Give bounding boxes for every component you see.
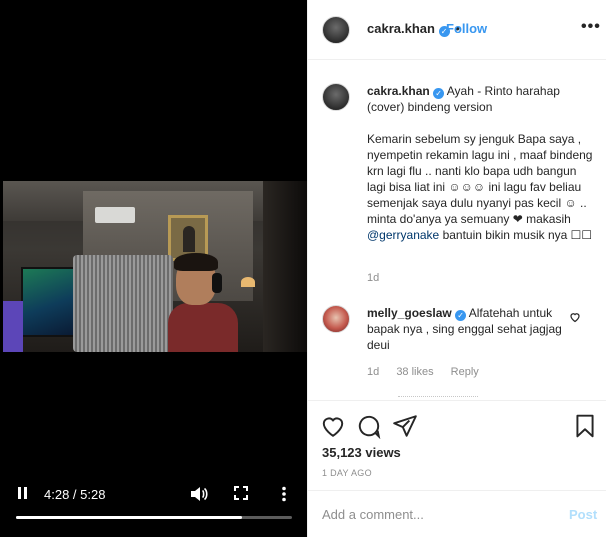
- pause-icon[interactable]: [16, 487, 28, 501]
- singer-hair: [174, 253, 218, 271]
- more-options-icon[interactable]: •••: [581, 18, 601, 36]
- verified-badge-icon: ✓: [433, 88, 445, 99]
- share-paper-plane-icon[interactable]: [392, 413, 418, 439]
- video-scene-mic-shield: [73, 255, 173, 352]
- video-time: 4:28 / 5:28: [44, 487, 105, 502]
- post-comment-button[interactable]: Post: [569, 507, 597, 522]
- comment-bubble-icon[interactable]: [356, 413, 382, 440]
- caption-mention-link[interactable]: @gerryanake: [367, 228, 439, 242]
- post-date[interactable]: 1 DAY AGO: [322, 468, 372, 478]
- video-controls: 4:28 / 5:28: [0, 484, 307, 537]
- caption-body-3: bantuin bikin musik nya ☐☐: [442, 228, 593, 242]
- current-time: 4:28: [44, 487, 70, 502]
- comment-likes[interactable]: 38 likes: [396, 366, 433, 378]
- video-progress-fill: [16, 516, 242, 519]
- video-player[interactable]: 4:28 / 5:28: [0, 0, 307, 537]
- video-scene-shadow: [263, 181, 307, 352]
- post-header: cakra.khan ✓ • Follow •••: [308, 0, 606, 60]
- video-scene-light: [3, 301, 23, 352]
- comment-meta: 1d 38 likes Reply: [367, 366, 493, 378]
- video-frame[interactable]: [3, 181, 307, 352]
- caption-username[interactable]: cakra.khan: [367, 84, 430, 98]
- add-comment-bar: Add a comment... Post: [308, 490, 606, 537]
- video-scene-singer: [168, 253, 238, 352]
- add-comment-input[interactable]: Add a comment...: [322, 507, 424, 522]
- time-separator: /: [69, 487, 81, 502]
- volume-icon[interactable]: [190, 486, 208, 502]
- video-scene-air-conditioner: [95, 207, 135, 223]
- follow-button[interactable]: Follow: [446, 21, 487, 36]
- duration: 5:28: [80, 487, 106, 502]
- like-comment-heart-icon[interactable]: [569, 311, 581, 323]
- comments-list[interactable]: cakra.khan ✓ Ayah - Rinto harahap (cover…: [308, 61, 606, 400]
- caption-avatar[interactable]: [322, 83, 350, 111]
- commenter-avatar[interactable]: [322, 305, 350, 333]
- video-scene-monitor: [21, 267, 77, 337]
- header-username-text[interactable]: cakra.khan: [367, 21, 435, 36]
- more-options-icon[interactable]: [279, 486, 289, 502]
- video-progress-bar[interactable]: [16, 516, 292, 519]
- avatar[interactable]: [322, 16, 350, 44]
- caption-timestamp[interactable]: 1d: [367, 272, 379, 284]
- post-panel: cakra.khan ✓ • Follow ••• cakra.khan ✓ A…: [307, 0, 606, 537]
- view-count[interactable]: 35,123 views: [322, 445, 401, 460]
- save-bookmark-icon[interactable]: [572, 413, 598, 439]
- verified-badge-icon: ✓: [455, 310, 467, 321]
- comment-timestamp[interactable]: 1d: [367, 366, 379, 378]
- comment-username[interactable]: melly_goeslaw: [367, 306, 452, 320]
- caption-text: cakra.khan ✓ Ayah - Rinto harahap (cover…: [367, 83, 593, 243]
- caption-time: 1d: [367, 272, 393, 284]
- singer-body: [168, 303, 238, 352]
- comment-reply-button[interactable]: Reply: [451, 366, 479, 378]
- headphones: [212, 273, 222, 293]
- caption-body-2: Kemarin sebelum sy jenguk Bapa saya , ny…: [367, 132, 593, 226]
- comment-text: melly_goeslaw ✓ Alfatehah untuk bapak ny…: [367, 305, 567, 353]
- fullscreen-icon[interactable]: [234, 486, 248, 500]
- video-scene-lamp: [241, 277, 255, 287]
- like-heart-icon[interactable]: [320, 413, 346, 439]
- post-actions: 35,123 views 1 DAY AGO: [308, 400, 606, 500]
